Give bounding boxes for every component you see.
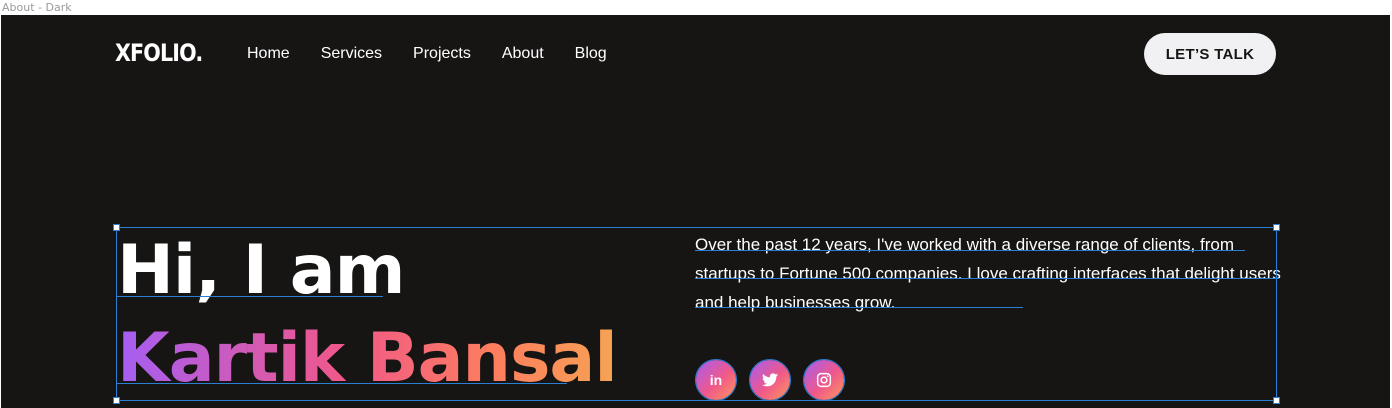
main-nav: Home Services Projects About Blog xyxy=(247,45,638,63)
resize-handle-top-left[interactable] xyxy=(113,224,120,231)
twitter-icon xyxy=(762,373,778,387)
instagram-button[interactable] xyxy=(803,359,845,401)
resize-handle-bottom-right[interactable] xyxy=(1273,397,1280,404)
logo[interactable]: XFOLIO. xyxy=(115,39,203,67)
resize-handle-bottom-left[interactable] xyxy=(113,397,120,404)
nav-item-projects[interactable]: Projects xyxy=(413,45,471,63)
twitter-button[interactable] xyxy=(749,359,791,401)
frame-label: About - Dark xyxy=(2,1,72,14)
linkedin-button[interactable]: in xyxy=(695,359,737,401)
hero-greeting: Hi, I am xyxy=(117,231,405,310)
nav-item-about[interactable]: About xyxy=(502,45,544,63)
nav-item-home[interactable]: Home xyxy=(247,45,290,63)
lets-talk-button[interactable]: LET’S TALK xyxy=(1144,33,1276,75)
social-links: in xyxy=(695,359,858,401)
nav-item-services[interactable]: Services xyxy=(321,45,382,63)
hero-name: Kartik Bansal xyxy=(117,319,618,398)
nav-item-blog[interactable]: Blog xyxy=(575,45,607,63)
instagram-icon xyxy=(816,372,832,388)
hero-description: Over the past 12 years, I've worked with… xyxy=(695,235,1281,312)
page-frame: XFOLIO. Home Services Projects About Blo… xyxy=(1,15,1390,408)
linkedin-icon: in xyxy=(709,372,723,388)
